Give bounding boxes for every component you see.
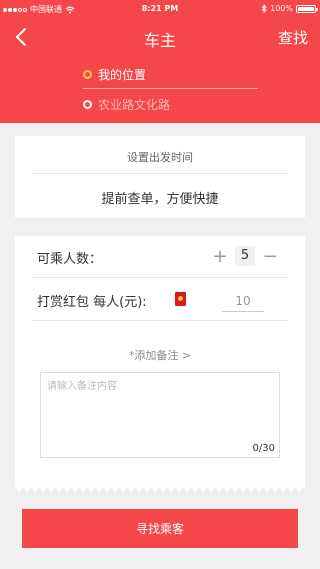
add-note-link[interactable]: *添加备注 >	[15, 347, 305, 363]
minus-icon[interactable]: −	[262, 244, 277, 268]
departure-time-card[interactable]: 设置出发时间 提前查单，方便快捷	[15, 136, 305, 218]
red-packet-icon	[175, 292, 186, 306]
search-button[interactable]: 查找	[278, 27, 308, 48]
destination-location-text: 农业路文化路	[98, 98, 171, 112]
note-box: 0/30	[40, 372, 280, 458]
seats-value: 5	[235, 246, 255, 266]
note-input[interactable]	[41, 373, 279, 457]
start-point-icon	[83, 70, 92, 79]
seats-label: 可乘人数：	[37, 252, 103, 267]
end-point-icon	[83, 100, 92, 109]
header: 中国联通 8:21 PM 100% 车主 查找 我的位置 农业路文化路	[0, 0, 320, 123]
plus-icon[interactable]: +	[212, 244, 227, 268]
status-bar: 中国联通 8:21 PM 100%	[0, 0, 320, 18]
trip-options-card: 可乘人数： + 5 − 打赏红包 每人(元): *添加备注 > 0/30	[15, 236, 305, 486]
find-passengers-button[interactable]: 寻找乘客	[22, 509, 298, 548]
divider	[32, 320, 288, 321]
departure-time-subtitle: 提前查单，方便快捷	[101, 192, 219, 207]
note-char-count: 0/30	[252, 443, 275, 454]
page-title: 车主	[143, 31, 176, 50]
battery-percent: 100%	[270, 4, 293, 13]
seats-stepper: + 5 −	[212, 244, 277, 268]
battery-icon	[296, 4, 318, 13]
destination-location[interactable]: 农业路文化路	[83, 96, 170, 113]
departure-time-title: 设置出发时间	[127, 151, 193, 164]
reward-label: 打赏红包 每人(元):	[37, 295, 147, 310]
reward-amount-input[interactable]	[222, 291, 264, 312]
zigzag-edge	[15, 486, 305, 493]
start-location-text: 我的位置	[98, 68, 147, 82]
divider	[32, 173, 288, 174]
start-location[interactable]: 我的位置	[83, 66, 146, 83]
divider	[83, 88, 258, 89]
navbar: 车主 查找	[0, 18, 320, 58]
bluetooth-icon	[261, 4, 267, 13]
divider	[32, 277, 288, 278]
